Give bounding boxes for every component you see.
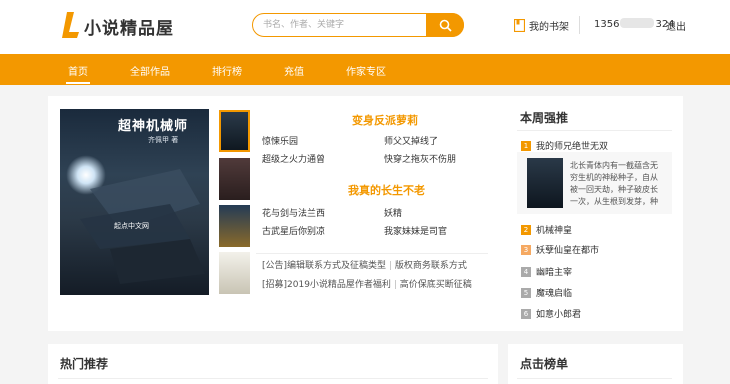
rank-title: 我的师兄绝世无双 <box>536 142 609 152</box>
site-header: 小说精品屋 我的书架 1356324 退出 <box>0 0 730 54</box>
click-rank-title: 点击榜单 <box>520 357 569 371</box>
rank-item-1[interactable]: 1 我的师兄绝世无双 <box>521 139 608 152</box>
rank-number: 5 <box>521 287 531 298</box>
rank-title: 如意小郎君 <box>536 310 582 320</box>
cover-spaceship-art <box>80 169 205 284</box>
weekly-title: 本周强推 <box>520 111 569 125</box>
rank-item-2[interactable]: 2 机械神皇 <box>521 223 572 236</box>
bookshelf-icon <box>514 19 525 32</box>
logout-link[interactable]: 退出 <box>666 18 686 33</box>
phone-mask <box>620 18 655 28</box>
rank-number: 6 <box>521 308 531 319</box>
nav-all-works[interactable]: 全部作品 <box>130 63 170 78</box>
search-button[interactable] <box>426 13 464 37</box>
recommend-title-1[interactable]: 变身反派萝莉 <box>352 112 418 128</box>
recommend-link[interactable]: 快穿之拖灰不伤朋 <box>384 152 456 165</box>
search-input[interactable] <box>263 17 423 33</box>
logo-icon[interactable] <box>62 11 80 39</box>
recommend-link[interactable]: 古武星后你别凉 <box>262 224 325 237</box>
nav-ranking[interactable]: 排行榜 <box>212 63 242 78</box>
main-nav: 首页 全部作品 排行榜 充值 作家专区 <box>0 54 730 85</box>
recommend-link[interactable]: 我家妹妹是司官 <box>384 224 447 237</box>
header-divider <box>579 16 580 34</box>
site-logo-text[interactable]: 小说精品屋 <box>84 14 174 39</box>
notice-row-2[interactable]: [招募]2019小说精品屋作者福利 | 高价保底买断征稿 <box>262 277 472 290</box>
notice-extra: 高价保底买断征稿 <box>399 280 472 290</box>
rank-number: 2 <box>521 224 531 235</box>
recommend-link[interactable]: 妖精 <box>384 206 402 219</box>
featured-thumb-4[interactable] <box>219 252 250 294</box>
weekly-divider <box>517 130 672 131</box>
recommend-link[interactable]: 惊悚乐园 <box>262 134 298 147</box>
nav-author-zone[interactable]: 作家专区 <box>346 63 386 78</box>
recommend-link[interactable]: 超级之火力通曾 <box>262 152 325 165</box>
search-box <box>252 13 464 37</box>
featured-thumb-3[interactable] <box>219 205 250 247</box>
user-phone[interactable]: 1356 324 <box>594 18 675 30</box>
notice-divider <box>256 253 488 254</box>
bookshelf-label: 我的书架 <box>529 22 569 33</box>
featured-rank-desc: 北长青体内有一截蕴含无穷生机的神秘种子，自从被一回天劫，种子破皮长一次，从生根到… <box>570 161 658 206</box>
cover-publisher: 起点中文网 <box>114 222 149 230</box>
notice-row-1[interactable]: [公告]编辑联系方式及征稿类型 | 版权商务联系方式 <box>262 258 467 271</box>
nav-recharge[interactable]: 充值 <box>284 63 304 78</box>
rank-number: 3 <box>521 244 531 255</box>
rank-title: 机械神皇 <box>536 226 573 236</box>
notice-tag: [招募] <box>262 280 288 290</box>
rank-title: 幽暗主宰 <box>536 268 573 278</box>
search-icon <box>439 19 452 32</box>
rank-title: 魔魂启临 <box>536 289 573 299</box>
phone-prefix: 1356 <box>594 19 620 30</box>
my-bookshelf-link[interactable]: 我的书架 <box>514 18 569 33</box>
featured-thumb-2[interactable] <box>219 158 250 200</box>
notice-tag: [公告] <box>262 261 288 271</box>
featured-rank-cover[interactable] <box>527 158 563 208</box>
click-rank-divider <box>517 378 672 379</box>
hot-recommend-title: 热门推荐 <box>60 357 109 371</box>
rank-item-4[interactable]: 4 幽暗主宰 <box>521 265 572 278</box>
featured-book-cover[interactable]: 超神机械师 齐佩甲 著 起点中文网 <box>60 109 209 295</box>
recommend-title-2[interactable]: 我真的长生不老 <box>348 182 425 198</box>
rank-item-6[interactable]: 6 如意小郎君 <box>521 307 581 320</box>
notice-extra: 版权商务联系方式 <box>394 261 467 271</box>
rank-number: 1 <box>521 140 531 151</box>
hot-recommend-divider <box>58 378 488 379</box>
rank-item-3[interactable]: 3 妖孽仙皇在都市 <box>521 243 599 256</box>
nav-home[interactable]: 首页 <box>66 63 90 84</box>
rank-title: 妖孽仙皇在都市 <box>536 246 600 256</box>
notice-text: 2019小说精品屋作者福利 <box>287 280 391 290</box>
recommend-link[interactable]: 花与剑与法兰西 <box>262 206 325 219</box>
featured-thumb-1[interactable] <box>219 110 250 152</box>
recommend-link[interactable]: 师父又掉线了 <box>384 134 438 147</box>
notice-text: 编辑联系方式及征稿类型 <box>287 261 387 271</box>
rank-number: 4 <box>521 266 531 277</box>
rank-item-5[interactable]: 5 魔魂启临 <box>521 286 572 299</box>
